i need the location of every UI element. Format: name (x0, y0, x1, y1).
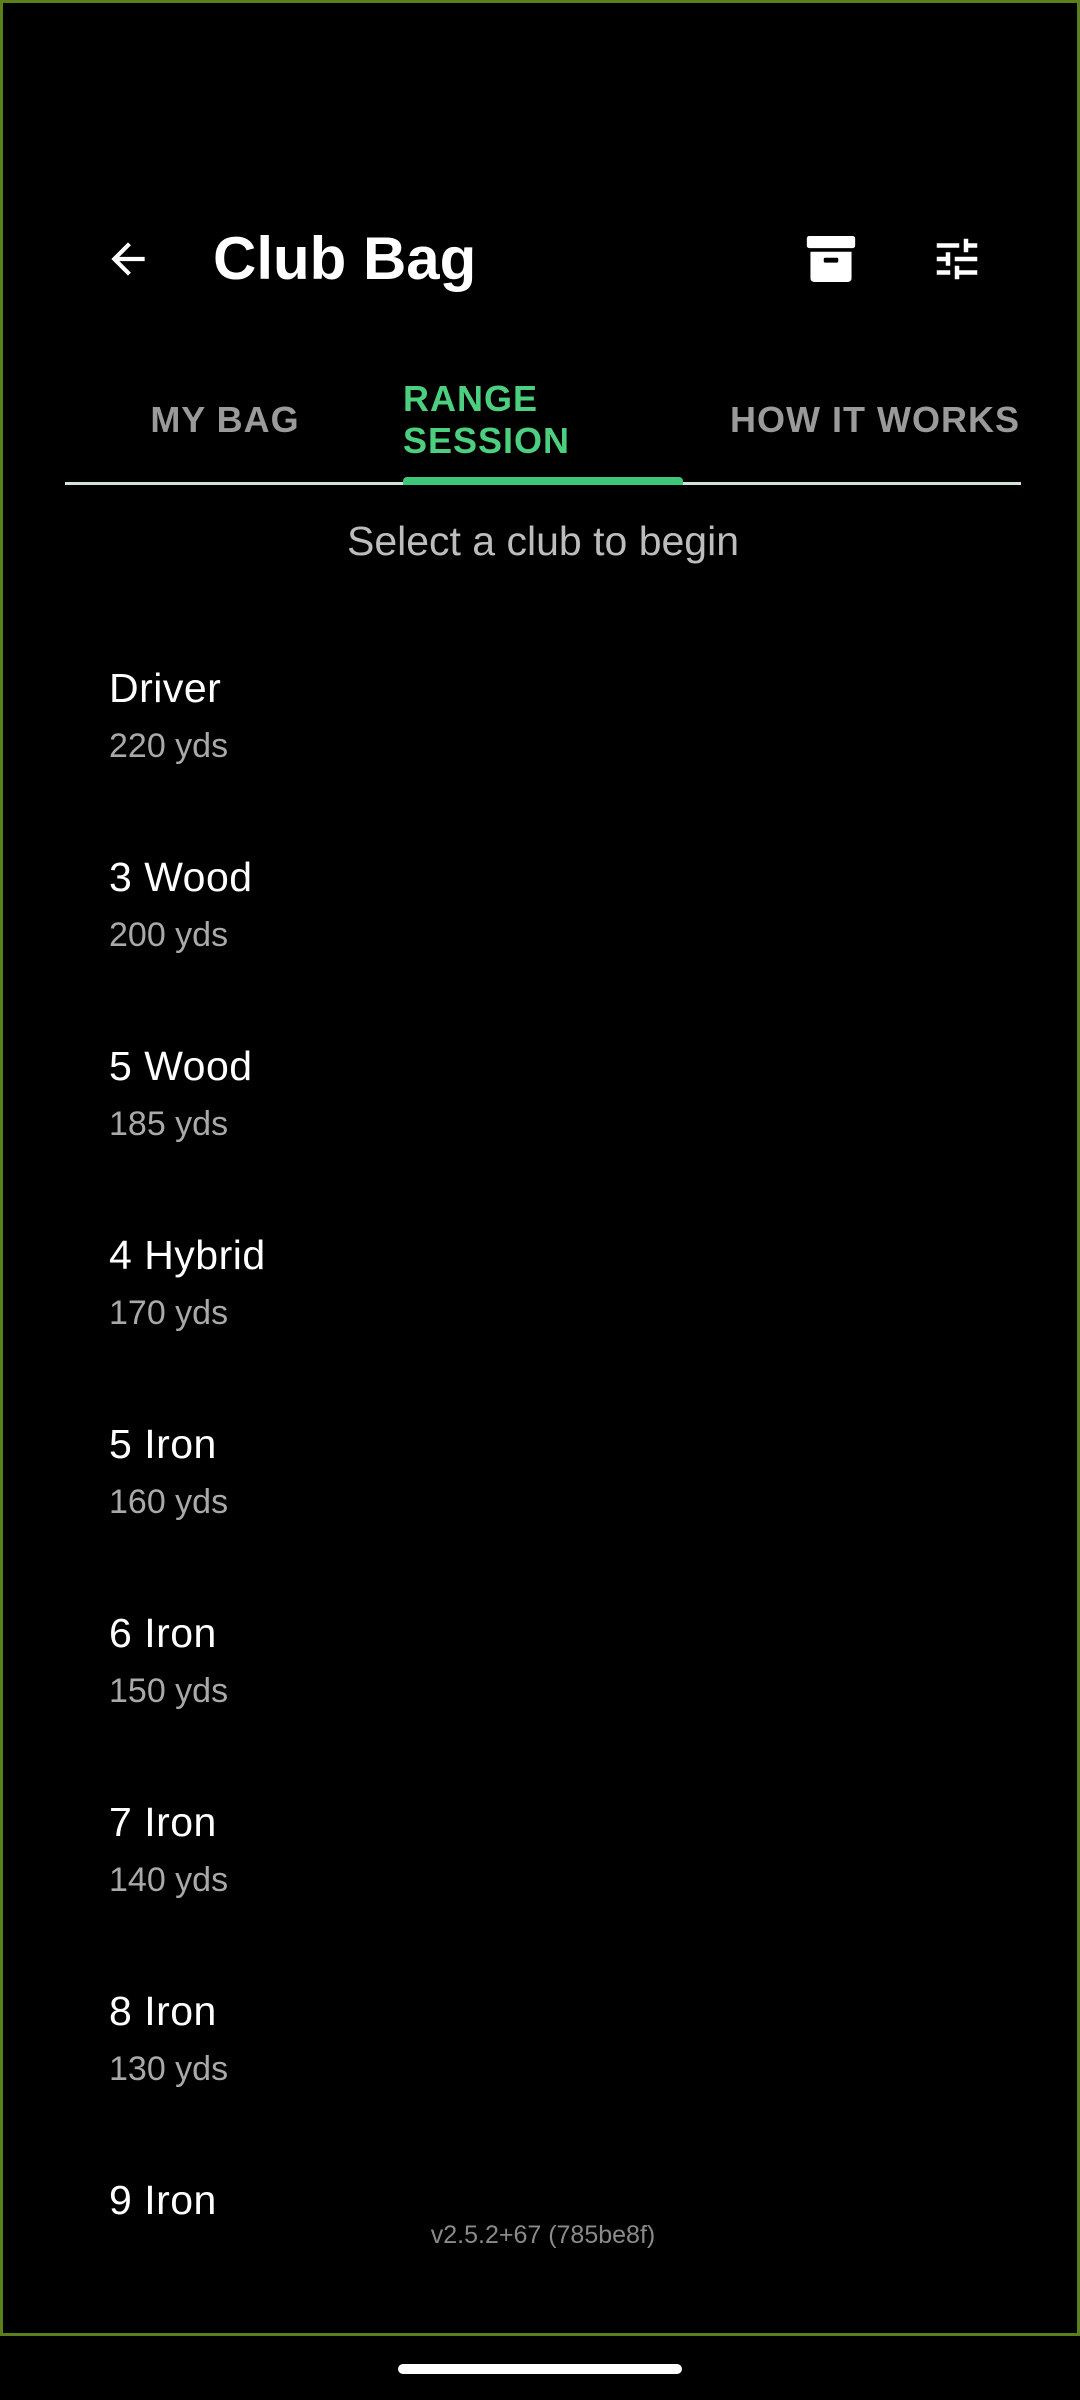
club-distance: 130 yds (109, 2050, 229, 2088)
page-title: Club Bag (213, 225, 477, 292)
club-list-item[interactable]: 4 Hybrid 170 yds (3, 1200, 1077, 1389)
club-distance: 160 yds (109, 1483, 229, 1521)
club-list-item[interactable]: 6 Iron 150 yds (3, 1578, 1077, 1767)
archive-button[interactable] (791, 223, 871, 295)
club-distance: 170 yds (109, 1294, 229, 1332)
club-distance: 185 yds (109, 1105, 229, 1143)
tab-range-session[interactable]: RANGE SESSION (403, 358, 707, 482)
archive-icon (806, 236, 856, 282)
club-name: 3 Wood (109, 854, 253, 900)
tab-my-bag[interactable]: MY BAG (65, 358, 385, 482)
gesture-navigation-handle[interactable] (398, 2364, 682, 2374)
club-name: 4 Hybrid (109, 1232, 266, 1278)
filter-settings-button[interactable] (917, 223, 997, 295)
club-name: 7 Iron (109, 1799, 217, 1845)
club-name: 5 Iron (109, 1421, 217, 1467)
club-distance: 220 yds (109, 727, 229, 765)
back-button[interactable] (83, 223, 173, 295)
tab-bar: MY BAG RANGE SESSION HOW IT WORKS (65, 358, 1021, 485)
club-name: 8 Iron (109, 1988, 217, 2034)
club-list: Driver 220 yds 3 Wood 200 yds 5 Wood 185… (3, 633, 1077, 2333)
club-list-item[interactable]: 3 Wood 200 yds (3, 822, 1077, 1011)
club-name: Driver (109, 665, 222, 711)
club-name: 6 Iron (109, 1610, 217, 1656)
tab-how-it-works[interactable]: HOW IT WORKS (725, 358, 1025, 482)
club-distance: 200 yds (109, 916, 229, 954)
club-list-item[interactable]: 5 Iron 160 yds (3, 1389, 1077, 1578)
club-name: 5 Wood (109, 1043, 253, 1089)
club-distance: 150 yds (109, 1672, 229, 1710)
app-bar: Club Bag (3, 193, 1077, 328)
tab-indicator (403, 477, 683, 485)
club-distance: 140 yds (109, 1861, 229, 1899)
arrow-left-icon (111, 242, 145, 276)
app-frame: Club Bag MY BAG RANGE SESSION HOW IT WOR… (0, 0, 1080, 2336)
club-name: 9 Iron (109, 2177, 217, 2223)
club-list-item[interactable]: 7 Iron 140 yds (3, 1767, 1077, 1956)
instruction-text: Select a club to begin (346, 518, 740, 564)
club-list-item[interactable]: Driver 220 yds (3, 633, 1077, 822)
version-label: v2.5.2+67 (785be8f) (430, 2221, 656, 2249)
club-list-item[interactable]: 8 Iron 130 yds (3, 1956, 1077, 2145)
club-list-item[interactable]: 5 Wood 185 yds (3, 1011, 1077, 1200)
tune-sliders-icon (936, 238, 978, 280)
